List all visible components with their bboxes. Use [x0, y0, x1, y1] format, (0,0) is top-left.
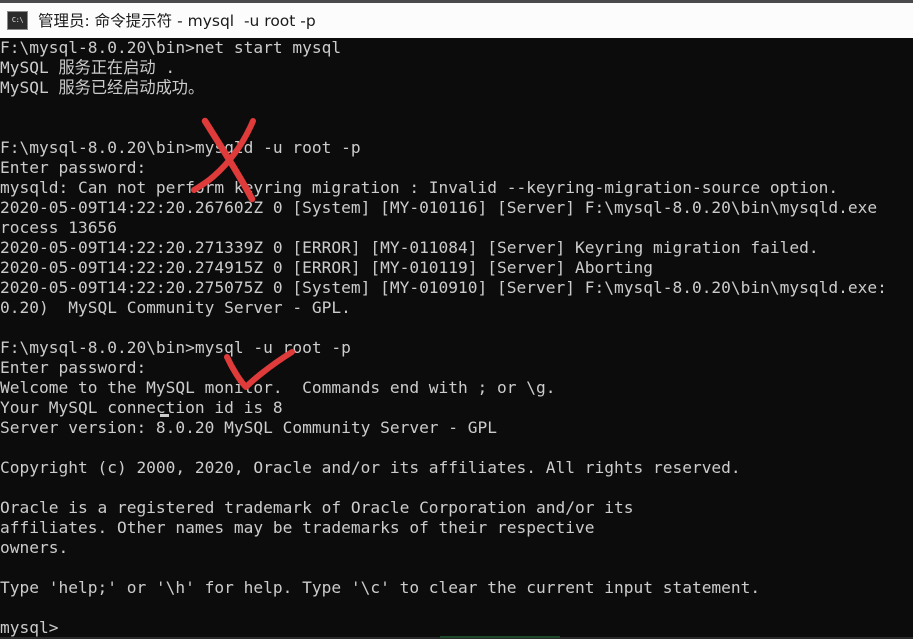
window-bottom-edge-highlight — [440, 636, 560, 638]
console-line: 2020-05-09T14:22:20.271339Z 0 [ERROR] [M… — [0, 238, 819, 257]
console-line: Enter password: — [0, 158, 147, 177]
window-titlebar[interactable]: C:\ 管理员: 命令提示符 - mysql -u root -p — [0, 0, 913, 38]
console-line: Your MySQL connection id is 8 — [0, 398, 283, 417]
window-title: 管理员: 命令提示符 - mysql -u root -p — [38, 11, 316, 30]
console-line: Welcome to the MySQL monitor. Commands e… — [0, 378, 556, 397]
text-cursor — [160, 414, 169, 417]
console-line: MySQL 服务已经启动成功。 — [0, 78, 205, 97]
console-line: rocess 13656 — [0, 218, 117, 237]
console-line: owners. — [0, 538, 69, 557]
console-line: 2020-05-09T14:22:20.275075Z 0 [System] [… — [0, 278, 887, 297]
console-line: affiliates. Other names may be trademark… — [0, 518, 595, 537]
console-line: Type 'help;' or '\h' for help. Type '\c'… — [0, 578, 761, 597]
console-line: Copyright (c) 2000, 2020, Oracle and/or … — [0, 458, 741, 477]
console-line: F:\mysql-8.0.20\bin>mysqld -u root -p — [0, 138, 361, 157]
console-line: 2020-05-09T14:22:20.274915Z 0 [ERROR] [M… — [0, 258, 653, 277]
console-line: mysqld: Can not perform keyring migratio… — [0, 178, 839, 197]
console-line: F:\mysql-8.0.20\bin>mysql -u root -p — [0, 338, 351, 357]
console-line: 0.20) MySQL Community Server - GPL. — [0, 298, 351, 317]
command-prompt-icon: C:\ — [7, 11, 28, 30]
console-line: mysql> — [0, 618, 59, 637]
console-line: MySQL 服务正在启动 . — [0, 58, 176, 77]
command-prompt-window: C:\ 管理员: 命令提示符 - mysql -u root -p F:\mys… — [0, 0, 913, 639]
console-line: Enter password: — [0, 358, 147, 377]
console-line: Server version: 8.0.20 MySQL Community S… — [0, 418, 498, 437]
console-line: Oracle is a registered trademark of Orac… — [0, 498, 634, 517]
console-line: 2020-05-09T14:22:20.267602Z 0 [System] [… — [0, 198, 878, 217]
console-output-area[interactable]: F:\mysql-8.0.20\bin>net start mysql MySQ… — [0, 38, 913, 639]
console-line: F:\mysql-8.0.20\bin>net start mysql — [0, 38, 342, 57]
